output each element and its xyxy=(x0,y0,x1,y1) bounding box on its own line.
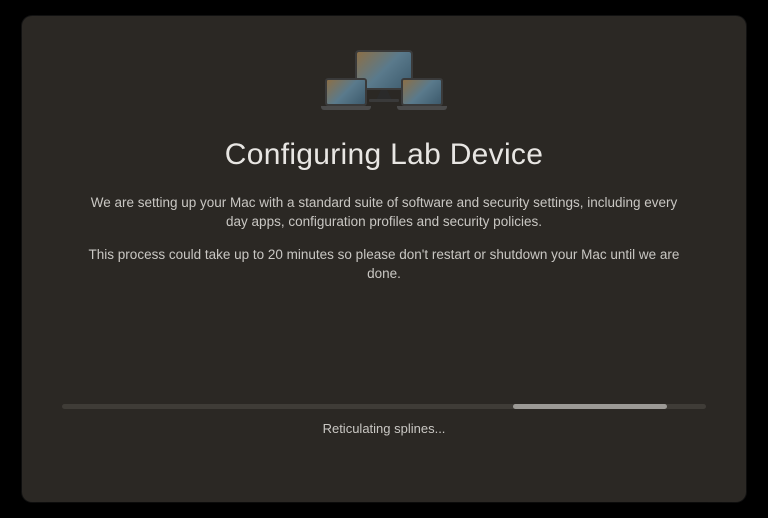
description-paragraph-2: This process could take up to 20 minutes… xyxy=(84,246,684,284)
setup-dialog-window: Configuring Lab Device We are setting up… xyxy=(22,16,746,502)
progress-bar xyxy=(62,404,706,409)
macbook-icon xyxy=(401,78,443,106)
progress-track xyxy=(62,404,706,409)
dialog-title: Configuring Lab Device xyxy=(225,138,543,172)
macbook-icon xyxy=(325,78,367,106)
apple-devices-icon xyxy=(317,50,451,122)
progress-fill xyxy=(513,404,668,409)
dialog-description: We are setting up your Mac with a standa… xyxy=(84,194,684,284)
status-text: Reticulating splines... xyxy=(323,421,446,436)
description-paragraph-1: We are setting up your Mac with a standa… xyxy=(84,194,684,232)
